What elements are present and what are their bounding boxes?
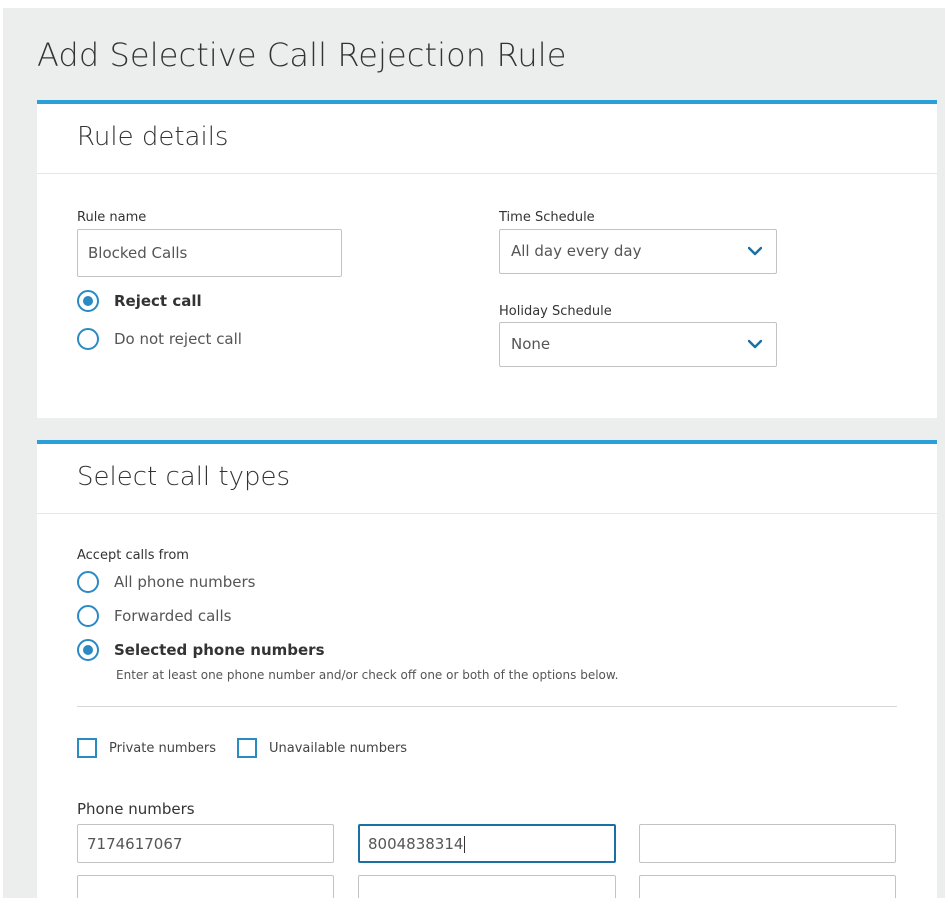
chevron-down-icon	[748, 339, 762, 349]
phone-number-input[interactable]	[77, 875, 334, 898]
phone-number-input[interactable]	[639, 824, 896, 863]
phone-number-input[interactable]	[358, 875, 616, 898]
all-phone-numbers-option[interactable]: All phone numbers	[77, 571, 255, 593]
holiday-schedule-label: Holiday Schedule	[499, 304, 612, 319]
phone-number-input-focused[interactable]: 8004838314	[358, 824, 616, 863]
call-types-header: Select call types	[37, 444, 937, 514]
all-phone-numbers-label: All phone numbers	[114, 573, 256, 591]
selected-phone-numbers-radio[interactable]	[77, 639, 99, 661]
rule-details-title: Rule details	[77, 122, 229, 152]
rule-details-card: Rule details Rule name Blocked Calls Rej…	[37, 100, 937, 418]
call-types-card: Select call types Accept calls from All …	[37, 440, 937, 898]
accept-calls-label: Accept calls from	[77, 548, 189, 563]
phone-number-value: 8004838314	[368, 835, 464, 853]
reject-call-label: Reject call	[114, 292, 202, 310]
forwarded-calls-option[interactable]: Forwarded calls	[77, 605, 231, 627]
page-title: Add Selective Call Rejection Rule	[37, 36, 567, 74]
holiday-schedule-select[interactable]: None	[499, 322, 777, 367]
divider	[77, 706, 897, 707]
call-types-title: Select call types	[77, 462, 291, 492]
phone-numbers-label: Phone numbers	[77, 800, 195, 818]
private-numbers-label: Private numbers	[109, 740, 216, 756]
rule-details-header: Rule details	[37, 104, 937, 174]
selected-phone-numbers-label: Selected phone numbers	[114, 641, 325, 659]
page: Add Selective Call Rejection Rule Rule d…	[3, 8, 945, 898]
do-not-reject-call-option[interactable]: Do not reject call	[77, 328, 242, 350]
reject-call-radio[interactable]	[77, 290, 99, 312]
unavailable-numbers-label: Unavailable numbers	[269, 740, 408, 756]
all-phone-numbers-radio[interactable]	[77, 571, 99, 593]
time-schedule-select[interactable]: All day every day	[499, 229, 777, 274]
selected-phone-numbers-option[interactable]: Selected phone numbers	[77, 639, 325, 661]
unavailable-numbers-option[interactable]: Unavailable numbers	[237, 738, 407, 758]
phone-number-input[interactable]	[639, 875, 896, 898]
do-not-reject-call-label: Do not reject call	[114, 330, 242, 348]
do-not-reject-call-radio[interactable]	[77, 328, 99, 350]
unavailable-numbers-checkbox[interactable]	[237, 738, 257, 758]
forwarded-calls-radio[interactable]	[77, 605, 99, 627]
rule-name-label: Rule name	[77, 210, 147, 225]
private-numbers-option[interactable]: Private numbers	[77, 738, 216, 758]
phone-number-input[interactable]: 7174617067	[77, 824, 334, 863]
reject-call-option[interactable]: Reject call	[77, 290, 202, 312]
private-numbers-checkbox[interactable]	[77, 738, 97, 758]
time-schedule-label: Time Schedule	[499, 210, 595, 225]
forwarded-calls-label: Forwarded calls	[114, 607, 232, 625]
chevron-down-icon	[748, 246, 762, 256]
holiday-schedule-value: None	[511, 335, 551, 353]
rule-name-input[interactable]: Blocked Calls	[77, 229, 342, 277]
text-caret	[464, 836, 466, 853]
selected-numbers-hint: Enter at least one phone number and/or c…	[116, 668, 619, 682]
time-schedule-value: All day every day	[511, 242, 642, 260]
